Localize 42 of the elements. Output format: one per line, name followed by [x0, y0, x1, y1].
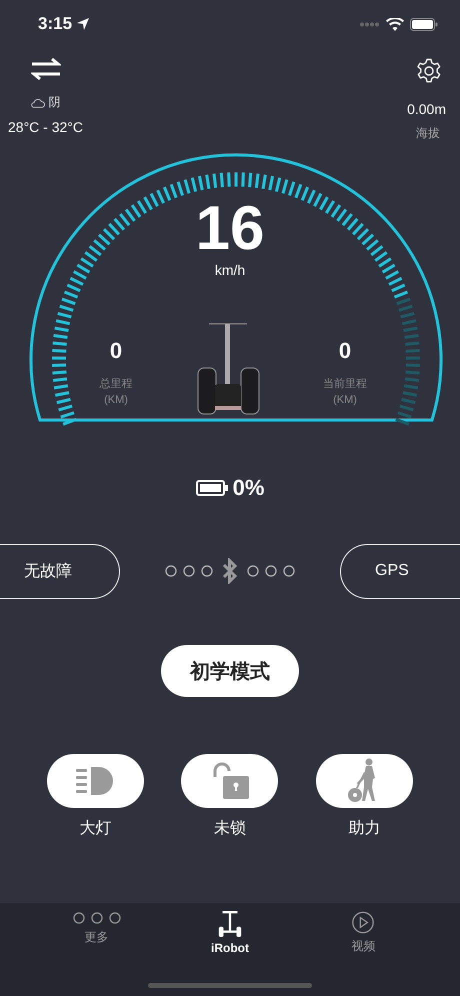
mileage-label: 当前里程 — [323, 377, 367, 391]
fault-status-button[interactable]: 无故障 — [0, 544, 120, 598]
mileage-value: 0 — [110, 338, 122, 364]
play-icon — [350, 911, 376, 934]
tab[interactable]: 更多 — [46, 911, 147, 955]
unlocked-padlock-icon — [210, 762, 249, 800]
tab[interactable]: iRobot — [180, 911, 280, 955]
headlight-button[interactable] — [46, 754, 144, 808]
control-label: 未锁 — [214, 818, 246, 839]
mileage-unit: (KM) — [333, 394, 357, 406]
signal-icon — [360, 22, 380, 26]
speed-unit: km/h — [214, 262, 246, 278]
battery-icon — [196, 480, 228, 496]
settings-icon[interactable] — [416, 58, 442, 84]
mode-button[interactable]: 初学模式 — [161, 645, 299, 697]
headlight-icon — [76, 766, 114, 796]
altitude-value: 0.00m — [407, 101, 446, 117]
bluetooth-icon — [222, 558, 238, 584]
segway-icon — [218, 911, 242, 937]
connection-dots-icon — [164, 564, 214, 578]
lock-button[interactable] — [181, 754, 278, 808]
control-label: 大灯 — [79, 818, 112, 839]
control-label: 助力 — [348, 818, 381, 839]
connection-dots-icon — [246, 564, 296, 578]
battery-percentage: 0% — [232, 475, 264, 501]
mileage-value: 0 — [338, 338, 352, 364]
gps-button[interactable]: GPS — [340, 544, 460, 598]
mileage-unit: (KM) — [104, 394, 128, 406]
assist-button[interactable] — [316, 754, 414, 808]
weather-condition: 阴 — [48, 94, 60, 111]
location-arrow-icon — [77, 18, 90, 30]
more-dots-icon — [72, 911, 122, 925]
temperature-range: 28°C - 32°C — [8, 119, 84, 135]
tab[interactable]: 视频 — [313, 911, 414, 955]
status-time: 3:15 — [38, 14, 72, 34]
mileage-label: 总里程 — [100, 377, 132, 391]
cloud-icon — [30, 98, 44, 108]
altitude-label: 海拔 — [416, 125, 440, 142]
battery-status-icon — [410, 18, 438, 30]
speed-value: 16 — [196, 193, 264, 264]
wifi-icon — [386, 18, 404, 30]
switch-icon[interactable] — [30, 58, 60, 80]
